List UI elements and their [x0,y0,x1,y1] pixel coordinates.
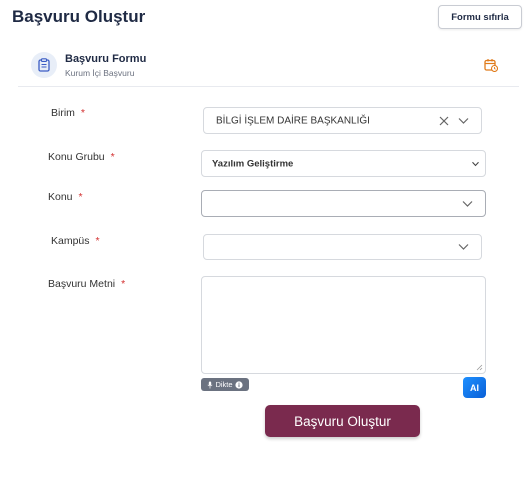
konu-grubu-value: Yazılım Geliştirme [212,158,294,169]
konu-grubu-select[interactable]: Yazılım Geliştirme [201,150,486,177]
chevron-down-icon[interactable] [472,161,479,166]
basvuru-metni-label-text: Başvuru Metni [48,278,116,290]
required-marker: * [121,278,126,290]
dikte-button[interactable]: Dikte [201,378,249,391]
resize-grip-icon[interactable] [476,364,483,371]
basvuru-metni-label: Başvuru Metni * [48,278,125,290]
form-title: Başvuru Formu [65,53,147,65]
chevron-down-icon[interactable] [458,244,469,251]
reset-form-button[interactable]: Formu sıfırla [438,5,522,29]
clear-icon[interactable] [439,116,449,126]
form-subtitle: Kurum İçi Başvuru [65,68,135,78]
page-title: Başvuru Oluştur [12,7,146,26]
konu-grubu-label: Konu Grubu * [48,151,115,163]
kampus-label-text: Kampüs [51,235,90,247]
birim-label: Birim * [51,107,85,119]
required-marker: * [110,151,115,163]
form-icon-box [31,52,57,78]
birim-label-text: Birim [51,107,75,119]
required-marker: * [95,235,100,247]
birim-select[interactable]: BİLGİ İŞLEM DAİRE BAŞKANLIĞI [203,107,482,134]
konu-label-text: Konu [48,191,73,203]
konu-label: Konu * [48,191,83,203]
submit-button[interactable]: Başvuru Oluştur [265,405,420,437]
calendar-icon[interactable] [484,58,498,72]
birim-value: BİLGİ İŞLEM DAİRE BAŞKANLIĞI [216,115,370,126]
chevron-down-icon[interactable] [462,200,473,207]
microphone-icon [207,381,213,388]
dikte-label: Dikte [215,380,233,389]
konu-select[interactable] [201,190,486,217]
required-marker: * [80,107,86,119]
info-icon [234,380,243,389]
required-marker: * [78,191,83,203]
konu-grubu-label-text: Konu Grubu [48,151,105,163]
header-divider [18,86,519,87]
chevron-down-icon[interactable] [458,117,469,124]
ai-label: AI [470,382,479,393]
clipboard-icon [38,58,50,72]
ai-assist-button[interactable]: AI [463,377,486,398]
kampus-select[interactable] [203,234,482,260]
kampus-label: Kampüs * [51,235,100,247]
basvuru-metni-textarea[interactable] [201,276,486,374]
